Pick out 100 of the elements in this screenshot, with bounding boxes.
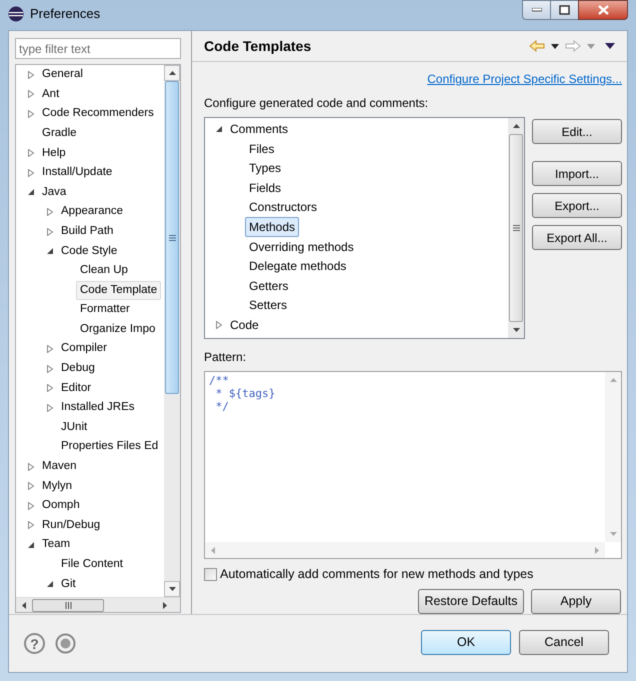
expanded-arrow-icon[interactable] bbox=[46, 247, 54, 256]
filter-field[interactable]: type filter text bbox=[15, 38, 181, 59]
page-button[interactable]: Restore Defaults bbox=[418, 589, 524, 614]
expanded-arrow-icon[interactable] bbox=[215, 125, 223, 134]
collapsed-arrow-icon[interactable] bbox=[27, 149, 35, 158]
collapsed-arrow-icon[interactable] bbox=[215, 320, 223, 329]
tree-item[interactable]: Run/Debug bbox=[38, 516, 104, 536]
collapsed-arrow-icon[interactable] bbox=[27, 462, 35, 471]
tree-item[interactable]: Code bbox=[226, 314, 263, 335]
tree-item[interactable]: Installed JREs bbox=[57, 398, 139, 418]
collapsed-arrow-icon[interactable] bbox=[46, 208, 54, 216]
tree-item[interactable]: Compiler bbox=[57, 339, 112, 359]
record-icon[interactable] bbox=[55, 633, 76, 654]
side-button[interactable]: Export All... bbox=[532, 225, 622, 250]
dialog-button[interactable]: OK bbox=[421, 630, 511, 655]
maximize-icon bbox=[559, 5, 570, 15]
tree-item[interactable]: Formatter bbox=[76, 300, 134, 320]
tree-item[interactable]: Types bbox=[245, 158, 286, 178]
description-label: Configure generated code and comments: bbox=[204, 95, 430, 112]
help-button[interactable]: ? bbox=[24, 633, 45, 654]
scroll-left-arrow-icon bbox=[22, 602, 26, 608]
tree-item[interactable]: Mylyn bbox=[38, 476, 76, 496]
tree-item[interactable]: General bbox=[38, 65, 87, 84]
tree-item[interactable]: Java bbox=[38, 182, 70, 202]
view-menu-icon[interactable] bbox=[605, 43, 615, 50]
close-icon bbox=[598, 5, 608, 15]
tree-item[interactable]: Fields bbox=[245, 178, 286, 198]
checkbox-label: Automatically add comments for new methods and types bbox=[220, 566, 534, 584]
tree-item[interactable]: Appearance bbox=[57, 202, 128, 222]
tree-item[interactable]: Setters bbox=[245, 295, 292, 316]
collapsed-arrow-icon[interactable] bbox=[46, 404, 54, 412]
scroll-right-arrow-icon bbox=[595, 546, 599, 554]
collapsed-arrow-icon[interactable] bbox=[27, 110, 35, 118]
back-arrow-icon[interactable] bbox=[529, 40, 545, 52]
scroll-down-arrow-icon bbox=[512, 328, 520, 332]
tree-item[interactable]: Constructors bbox=[245, 197, 322, 218]
minimize-button[interactable] bbox=[522, 0, 551, 20]
tree-item[interactable]: Git bbox=[57, 574, 80, 594]
tree-item[interactable]: Clean Up bbox=[76, 261, 132, 280]
tree-item[interactable]: Editor bbox=[57, 378, 96, 398]
vertical-scrollbar[interactable] bbox=[164, 65, 180, 597]
tree-item[interactable]: Build Path bbox=[57, 222, 118, 242]
page-button[interactable]: Apply bbox=[531, 589, 621, 614]
tree-item[interactable]: Debug bbox=[57, 359, 99, 378]
expanded-arrow-icon[interactable] bbox=[27, 188, 35, 196]
collapsed-arrow-icon[interactable] bbox=[27, 502, 35, 510]
caret-icon[interactable] bbox=[551, 44, 559, 49]
page-title: Code Templates bbox=[204, 36, 312, 56]
collapsed-arrow-icon[interactable] bbox=[46, 228, 54, 236]
collapsed-arrow-icon[interactable] bbox=[27, 70, 35, 79]
tree-item[interactable]: Organize Impo bbox=[76, 320, 160, 340]
project-settings-link[interactable]: Configure Project Specific Settings... bbox=[427, 70, 622, 88]
tree-item[interactable]: Code Template bbox=[76, 280, 162, 300]
pattern-editor[interactable]: /** * ${tags} */ bbox=[204, 371, 622, 560]
vertical-scrollbar[interactable] bbox=[508, 118, 524, 338]
tree-item[interactable]: Ant bbox=[38, 84, 64, 104]
tree-item[interactable]: Maven bbox=[38, 457, 81, 476]
tree-item[interactable]: JUnit bbox=[57, 418, 92, 438]
scroll-down-arrow-icon bbox=[610, 532, 616, 536]
tree-item[interactable]: Team bbox=[38, 535, 74, 555]
tree-item[interactable]: Install/Update bbox=[38, 163, 116, 182]
pattern-label: Pattern: bbox=[204, 349, 248, 366]
tree-item[interactable]: Getters bbox=[245, 276, 292, 296]
collapsed-arrow-icon[interactable] bbox=[27, 521, 35, 530]
tree-item[interactable]: Delegate methods bbox=[245, 256, 350, 276]
tree-item[interactable]: Properties Files Ed bbox=[57, 437, 162, 457]
tree-item[interactable]: Files bbox=[245, 138, 278, 159]
scroll-down-arrow-icon bbox=[168, 587, 176, 591]
tree-item[interactable]: Oomph bbox=[38, 496, 84, 516]
tree-item[interactable]: Methods bbox=[245, 217, 300, 238]
scroll-grip-icon bbox=[64, 602, 72, 608]
scroll-right-arrow-icon bbox=[163, 602, 167, 608]
tree-item[interactable]: Help bbox=[38, 144, 70, 163]
close-button[interactable] bbox=[578, 0, 628, 20]
scroll-up-arrow-icon bbox=[610, 378, 616, 382]
collapsed-arrow-icon[interactable] bbox=[46, 345, 54, 354]
expanded-arrow-icon[interactable] bbox=[27, 541, 35, 550]
forward-arrow-icon[interactable] bbox=[565, 40, 581, 52]
side-button[interactable]: Import... bbox=[532, 161, 622, 186]
dialog-button[interactable]: Cancel bbox=[519, 630, 609, 655]
maximize-button[interactable] bbox=[551, 0, 578, 20]
horizontal-scrollbar[interactable] bbox=[16, 597, 180, 612]
tree-item[interactable]: Code Recommenders bbox=[38, 104, 158, 124]
app-icon bbox=[8, 6, 24, 22]
tree-item[interactable]: Comments bbox=[226, 119, 292, 140]
side-button[interactable]: Export... bbox=[532, 193, 622, 218]
minimize-icon bbox=[532, 8, 542, 12]
tree-item[interactable]: Gradle bbox=[38, 124, 81, 144]
collapsed-arrow-icon[interactable] bbox=[27, 168, 35, 177]
collapsed-arrow-icon[interactable] bbox=[27, 482, 35, 490]
tree-item[interactable]: Overriding methods bbox=[245, 236, 358, 257]
collapsed-arrow-icon[interactable] bbox=[46, 364, 54, 373]
side-button[interactable]: Edit... bbox=[532, 119, 622, 144]
code-line: * ${tags} bbox=[214, 387, 276, 400]
checkbox[interactable] bbox=[204, 568, 217, 582]
collapsed-arrow-icon[interactable] bbox=[46, 384, 54, 392]
collapsed-arrow-icon[interactable] bbox=[27, 90, 35, 98]
tree-item[interactable]: Code Style bbox=[57, 242, 122, 261]
expanded-arrow-icon[interactable] bbox=[46, 580, 54, 588]
tree-item[interactable]: File Content bbox=[57, 555, 128, 574]
